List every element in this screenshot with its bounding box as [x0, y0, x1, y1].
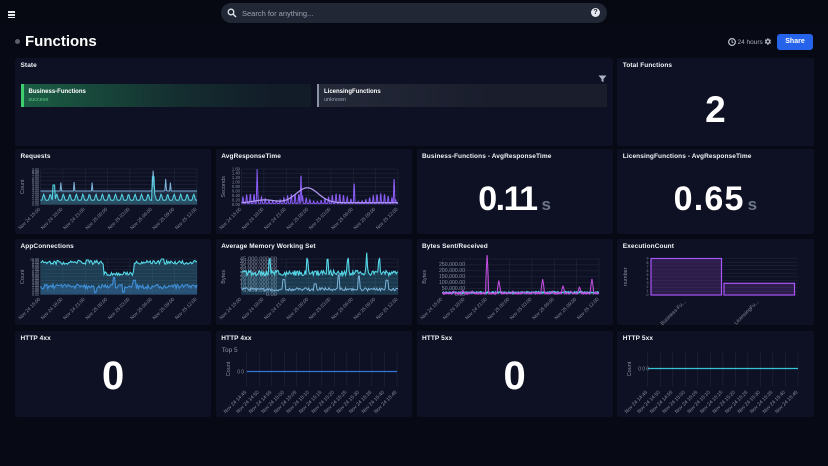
- svg-text:Nov 24 21:00: Nov 24 21:00: [62, 206, 87, 231]
- svg-text:Nov 24 15:00: Nov 24 15:00: [218, 206, 243, 231]
- svg-text:Nov 25 03:00: Nov 25 03:00: [107, 296, 132, 321]
- svg-text:Bytes: Bytes: [221, 270, 227, 284]
- svg-text:Nov 24 18:00: Nov 24 18:00: [241, 206, 266, 231]
- svg-text:Nov 25 00:00: Nov 25 00:00: [85, 206, 110, 231]
- svg-text:Nov 24 21:00: Nov 24 21:00: [62, 296, 87, 321]
- svg-text:0.00: 0.00: [32, 293, 39, 297]
- svg-text:0: 0: [639, 366, 642, 372]
- svg-text:Nov 24 15:00: Nov 24 15:00: [419, 296, 444, 321]
- svg-text:0: 0: [647, 293, 649, 297]
- svg-text:Count: Count: [627, 361, 633, 376]
- svg-text:Nov 25 06:00: Nov 25 06:00: [330, 206, 355, 231]
- svg-text:Nov 24 18:00: Nov 24 18:00: [241, 296, 266, 321]
- svg-text:Nov 25 06:00: Nov 25 06:00: [531, 296, 556, 321]
- svg-text:Nov 24 18:00: Nov 24 18:00: [40, 206, 65, 231]
- svg-text:Nov 25 09:00: Nov 25 09:00: [152, 206, 177, 231]
- svg-text:Count: Count: [20, 269, 26, 284]
- svg-text:Nov 25 00:00: Nov 25 00:00: [285, 296, 310, 321]
- svg-text:LicensingFu...: LicensingFu...: [734, 299, 761, 325]
- svg-text:Count: Count: [20, 178, 26, 193]
- svg-text:Nov 24 21:00: Nov 24 21:00: [263, 296, 288, 321]
- svg-text:Nov 25 00:00: Nov 25 00:00: [486, 296, 511, 321]
- svg-text:Nov 24 15:00: Nov 24 15:00: [17, 296, 42, 321]
- svg-text:0.00: 0.00: [232, 201, 241, 206]
- svg-text:Nov 25 12:00: Nov 25 12:00: [174, 206, 199, 231]
- svg-text:Nov 25 09:00: Nov 25 09:00: [352, 206, 377, 231]
- svg-text:Nov 25 12:00: Nov 25 12:00: [575, 296, 600, 321]
- svg-text:0: 0: [241, 369, 244, 375]
- svg-text:Nov 25 09:00: Nov 25 09:00: [152, 296, 177, 321]
- svg-text:Nov 25 09:00: Nov 25 09:00: [553, 296, 578, 321]
- svg-text:0: 0: [647, 366, 650, 372]
- svg-text:Nov 25 12:00: Nov 25 12:00: [375, 206, 400, 231]
- svg-text:Bytes: Bytes: [422, 270, 428, 284]
- svg-text:Nov 24 15:00: Nov 24 15:00: [218, 296, 243, 321]
- svg-text:Count: Count: [226, 361, 232, 376]
- svg-text:Nov 25 06:00: Nov 25 06:00: [129, 206, 154, 231]
- svg-text:Business-Fu...: Business-Fu...: [660, 299, 688, 325]
- svg-text:Nov 25 00:00: Nov 25 00:00: [85, 296, 110, 321]
- svg-text:Nov 24 18:00: Nov 24 18:00: [441, 296, 466, 321]
- svg-text:Nov 24 15:00: Nov 24 15:00: [17, 206, 42, 231]
- svg-text:Nov 24 18:00: Nov 24 18:00: [40, 296, 65, 321]
- svg-text:Nov 24 21:00: Nov 24 21:00: [263, 206, 288, 231]
- svg-text:Nov 25 09:00: Nov 25 09:00: [352, 296, 377, 321]
- svg-text:Nov 25 03:00: Nov 25 03:00: [107, 206, 132, 231]
- svg-text:Seconds: Seconds: [221, 175, 227, 197]
- svg-text:Nov 24 21:00: Nov 24 21:00: [464, 296, 489, 321]
- svg-text:Nov 25 06:00: Nov 25 06:00: [129, 296, 154, 321]
- svg-text:Nov 25 03:00: Nov 25 03:00: [308, 206, 333, 231]
- svg-text:Nov 25 12:00: Nov 25 12:00: [174, 296, 199, 321]
- svg-text:0.00: 0.00: [32, 202, 39, 206]
- svg-text:Nov 25 12:00: Nov 25 12:00: [375, 296, 400, 321]
- svg-text:Nov 25 00:00: Nov 25 00:00: [285, 206, 310, 231]
- svg-text:Nov 25 03:00: Nov 25 03:00: [508, 296, 533, 321]
- svg-text:number: number: [623, 267, 629, 286]
- svg-text:Nov 25 03:00: Nov 25 03:00: [308, 296, 333, 321]
- svg-text:Nov 25 06:00: Nov 25 06:00: [330, 296, 355, 321]
- svg-text:0: 0: [237, 369, 240, 375]
- svg-text:0: 0: [643, 366, 646, 372]
